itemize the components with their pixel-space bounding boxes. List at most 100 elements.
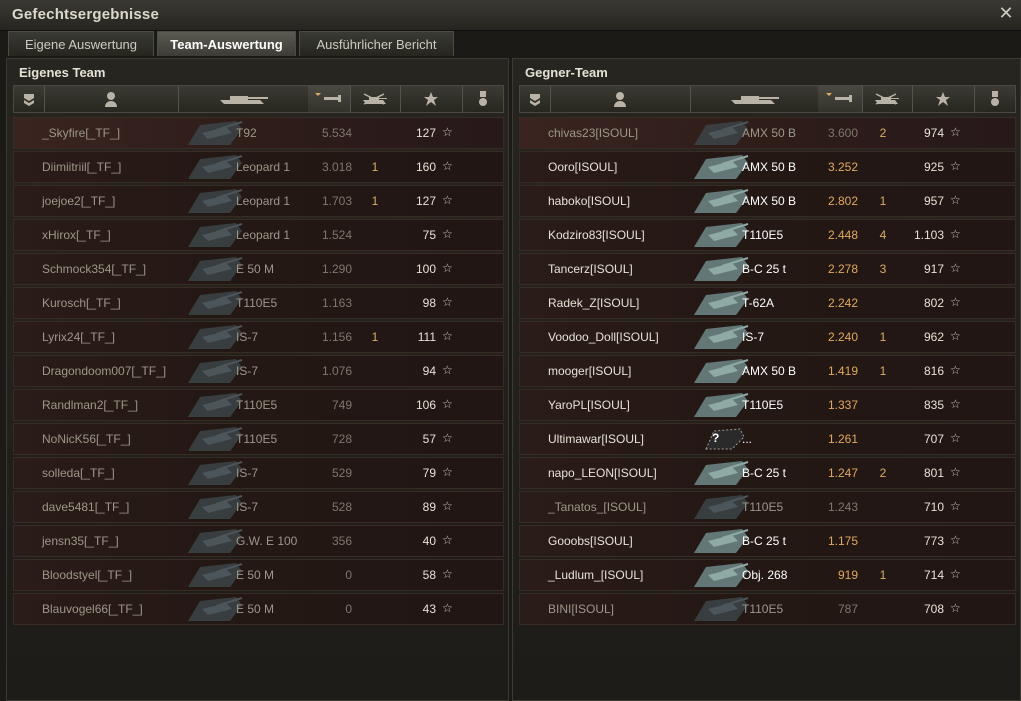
xp-value: 40 [422,534,436,548]
kills-icon[interactable] [862,86,913,112]
vehicle-name: Obj. 268 [742,568,788,582]
vehicle-name: B-C 25 t [742,262,787,276]
vehicle-name: T110E5 [742,500,784,514]
damage-value: 0 [345,568,352,582]
table-row[interactable]: Diimiitriil[_TF_] Leopard 1 3.018 1 160 ☆ [13,151,504,183]
player-name: Kodziro83[ISOUL] [548,228,645,242]
xp-value: 962 [923,330,944,344]
table-row[interactable]: Radek_Z[ISOUL] T-62A 2.242 802 ☆ [519,287,1016,319]
table-row[interactable]: solleda[_TF_] IS-7 529 79 ☆ [13,457,504,489]
table-row[interactable]: Schmock354[_TF_] E 50 M 1.290 100 ☆ [13,253,504,285]
vehicle-name: IS-7 [742,330,765,344]
xp-value: 57 [422,432,436,446]
table-row[interactable]: Gooobs[ISOUL] B-C 25 t 1.175 773 ☆ [519,525,1016,557]
damage-value: 1.419 [827,364,858,378]
damage-value: 2.802 [827,194,858,208]
table-row[interactable]: chivas23[ISOUL] AMX 50 B 3.600 2 974 ☆ [519,117,1016,149]
xp-value: 816 [923,364,944,378]
table-row[interactable]: jensn35[_TF_] G.W. E 100 356 40 ☆ [13,525,504,557]
xp-star-icon: ☆ [442,193,453,207]
xp-star-icon: ☆ [950,567,961,581]
table-row[interactable]: Lyrix24[_TF_] IS-7 1.156 1 111 ☆ [13,321,504,353]
table-row[interactable]: Ooro[ISOUL] AMX 50 B 3.252 925 ☆ [519,151,1016,183]
squad-icon[interactable] [520,86,551,112]
table-row[interactable]: BINI[ISOUL] T110E5 787 708 ☆ [519,593,1016,625]
xp-value: 98 [422,296,436,310]
tank-icon[interactable] [178,86,309,112]
xp-value: 773 [923,534,944,548]
xp-value: 802 [923,296,944,310]
table-row[interactable]: Bloodstyel[_TF_] E 50 M 0 58 ☆ [13,559,504,591]
table-row[interactable]: dave5481[_TF_] IS-7 528 89 ☆ [13,491,504,523]
table-row[interactable]: Ultimawar[ISOUL]?... 1.261 707 ☆ [519,423,1016,455]
table-row[interactable]: Randlman2[_TF_] T110E5 749 106 ☆ [13,389,504,421]
table-row[interactable]: Dragondoom007[_TF_] IS-7 1.076 94 ☆ [13,355,504,387]
vehicle-name: IS-7 [236,466,259,480]
vehicle-name: G.W. E 100 [236,534,298,548]
damage-value: 529 [331,466,352,480]
xp-star-icon[interactable] [400,86,463,112]
vehicle-name: Leopard 1 [236,194,291,208]
player-name: Gooobs[ISOUL] [548,534,633,548]
xp-star-icon: ☆ [950,227,961,241]
table-row[interactable]: Voodoo_Doll[ISOUL] IS-7 2.240 1 962 ☆ [519,321,1016,353]
tank-icon[interactable] [690,86,819,112]
vehicle-name: T110E5 [236,398,278,412]
xp-star-icon: ☆ [950,499,961,513]
table-row[interactable]: Kodziro83[ISOUL] T110E5 2.448 4 1.103 ☆ [519,219,1016,251]
vehicle-name: E 50 M [236,568,275,582]
kills-icon[interactable] [350,86,401,112]
table-row[interactable]: _Ludlum_[ISOUL] Obj. 268 919 1 714 ☆ [519,559,1016,591]
vehicle-name: B-C 25 t [742,534,787,548]
table-row[interactable]: joejoe2[_TF_] Leopard 1 1.703 1 127 ☆ [13,185,504,217]
kills-value: 1 [879,364,887,378]
table-row[interactable]: _Skyfire[_TF_] T92 5.534 127 ☆ [13,117,504,149]
xp-value: 1.103 [913,228,944,242]
medal-icon[interactable] [462,86,504,112]
table-row[interactable]: Kurosch[_TF_] T110E5 1.163 98 ☆ [13,287,504,319]
xp-star-icon: ☆ [442,159,453,173]
table-row[interactable]: haboko[ISOUL] AMX 50 B 2.802 1 957 ☆ [519,185,1016,217]
vehicle-name: T-62A [742,296,775,310]
kills-value: 3 [879,262,887,276]
vehicle-name: AMX 50 B [742,364,797,378]
damage-value: 5.534 [321,126,352,140]
damage-value: 528 [331,500,352,514]
player-name: Voodoo_Doll[ISOUL] [548,330,659,344]
xp-value: 58 [422,568,436,582]
player-icon[interactable] [550,86,691,112]
close-icon[interactable]: ✕ [997,4,1015,22]
player-name: chivas23[ISOUL] [548,126,639,140]
player-name: BINI[ISOUL] [548,602,615,616]
enemy-team-header [519,85,1016,113]
squad-icon[interactable] [14,86,45,112]
table-row[interactable]: _Tanatos_[ISOUL] T110E5 1.243 710 ☆ [519,491,1016,523]
xp-value: 917 [923,262,944,276]
player-name: NoNicK56[_TF_] [42,432,131,446]
own-team-header [13,85,504,113]
table-row[interactable]: mooger[ISOUL] AMX 50 B 1.419 1 816 ☆ [519,355,1016,387]
vehicle-name: Leopard 1 [236,160,291,174]
table-row[interactable]: xHirox[_TF_] Leopard 1 1.524 75 ☆ [13,219,504,251]
player-name: Ooro[ISOUL] [548,160,618,174]
table-row[interactable]: Tancerz[ISOUL] B-C 25 t 2.278 3 917 ☆ [519,253,1016,285]
xp-star-icon: ☆ [442,499,453,513]
damage-icon[interactable] [818,86,863,112]
tab-ausfuehrlicher-bericht[interactable]: Ausführlicher Bericht [299,31,454,56]
tab-team-auswertung[interactable]: Team-Auswertung [157,31,296,56]
table-row[interactable]: NoNicK56[_TF_] T110E5 728 57 ☆ [13,423,504,455]
xp-value: 974 [923,126,944,140]
player-icon[interactable] [44,86,179,112]
table-row[interactable]: Blauvogel66[_TF_] E 50 M 0 43 ☆ [13,593,504,625]
tab-eigene-auswertung[interactable]: Eigene Auswertung [8,31,154,56]
vehicle-name: T110E5 [742,398,784,412]
damage-icon[interactable] [308,86,351,112]
xp-star-icon[interactable] [912,86,975,112]
vehicle-name: IS-7 [236,330,259,344]
table-row[interactable]: napo_LEON[ISOUL] B-C 25 t 1.247 2 801 ☆ [519,457,1016,489]
vehicle-name: ... [742,432,753,446]
xp-star-icon: ☆ [442,601,453,615]
medal-icon[interactable] [974,86,1016,112]
table-row[interactable]: YaroPL[ISOUL] T110E5 1.337 835 ☆ [519,389,1016,421]
player-name: dave5481[_TF_] [42,500,130,514]
